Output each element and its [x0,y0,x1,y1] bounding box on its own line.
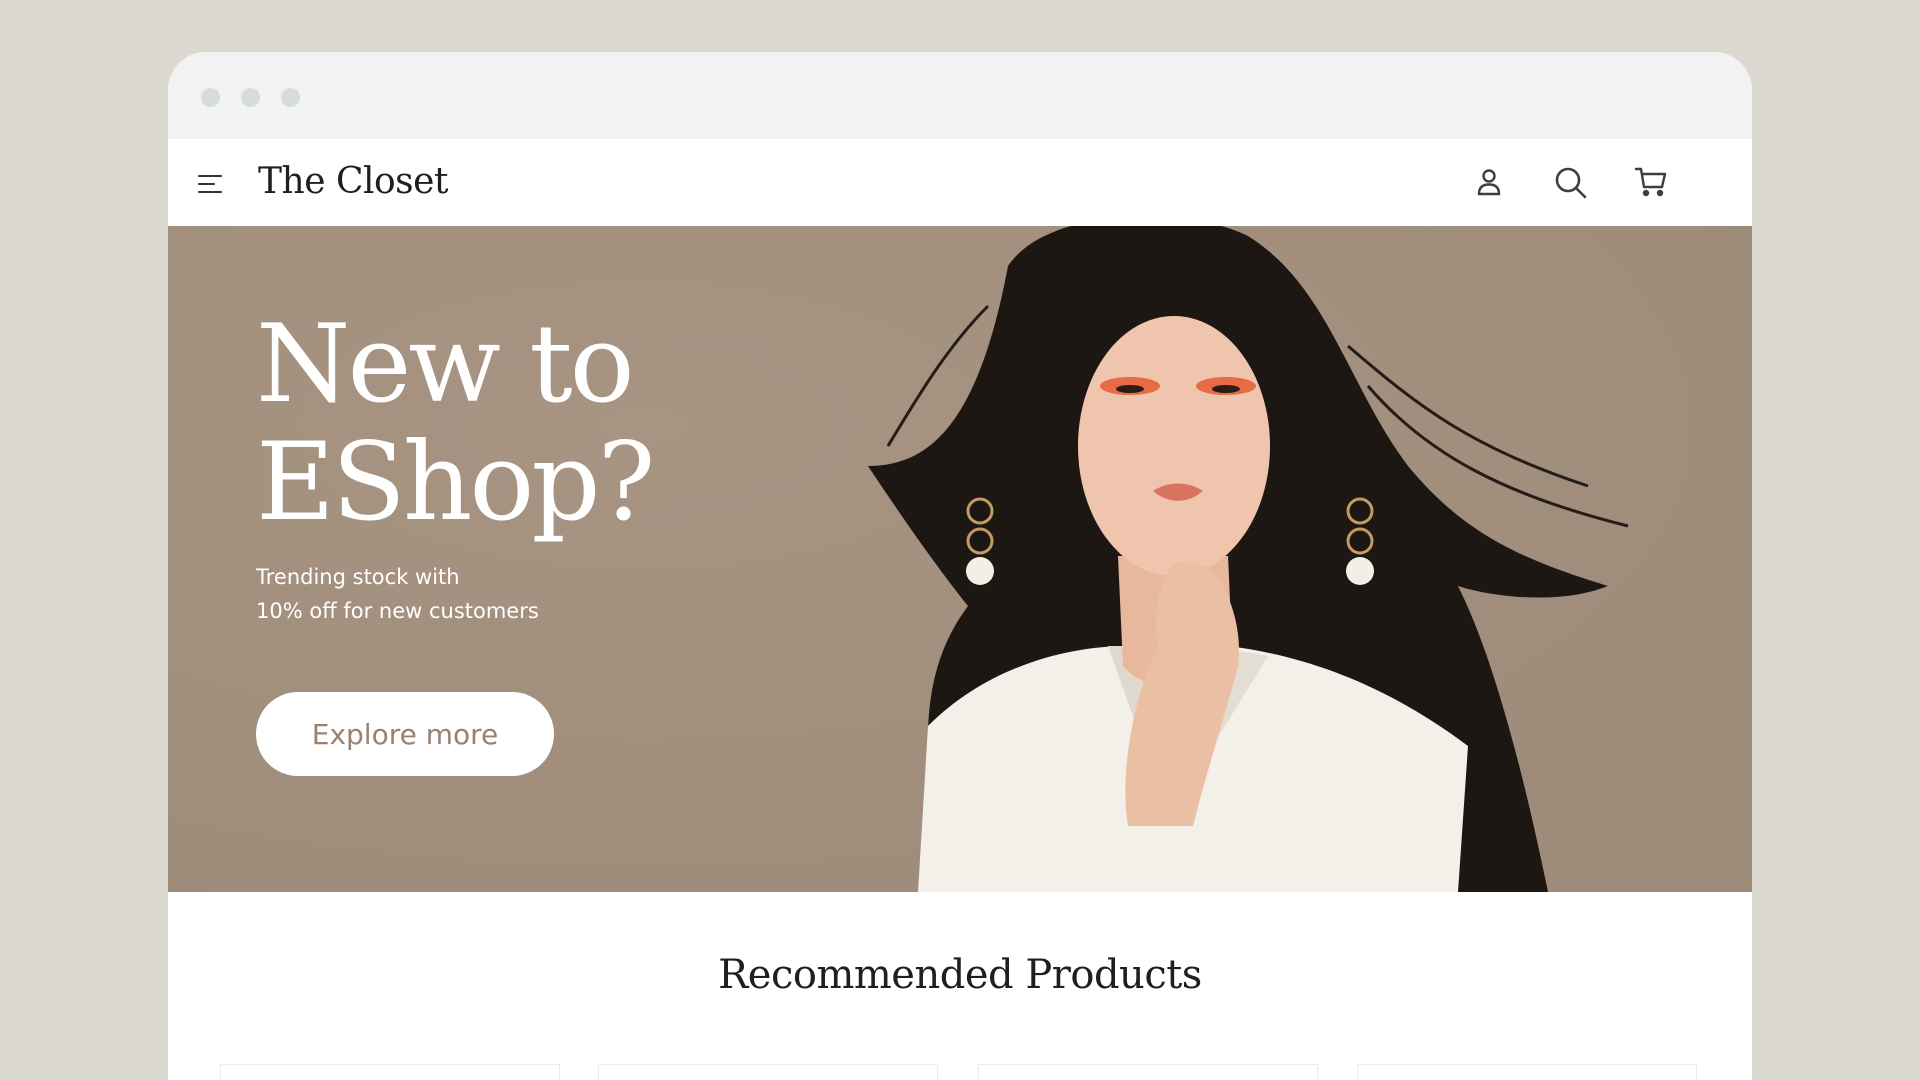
hero-title: New to EShop? [256,302,655,545]
product-card[interactable] [978,1064,1318,1080]
user-icon[interactable] [1469,163,1509,203]
site-logo[interactable]: The Closet [258,161,448,202]
section-title: Recommended Products [718,952,1202,998]
cart-icon[interactable] [1632,163,1672,203]
site-header: The Closet [168,139,1752,226]
hero-subtitle: Trending stock with 10% off for new cust… [256,560,616,628]
hero-subtitle-line: Trending stock with [256,565,460,589]
window-control-dot[interactable] [281,88,300,107]
window-control-dot[interactable] [241,88,260,107]
window-titlebar [168,52,1752,139]
hero-subtitle-line: 10% off for new customers [256,599,539,623]
browser-window: The Closet New to EShop? Trending stock … [168,52,1752,1080]
window-control-dot[interactable] [201,88,220,107]
hamburger-menu-icon[interactable] [198,173,222,195]
product-card[interactable] [220,1064,560,1080]
search-icon[interactable] [1551,163,1591,203]
product-card[interactable] [598,1064,938,1080]
explore-more-button[interactable]: Explore more [256,692,554,776]
product-card[interactable] [1357,1064,1697,1080]
hero-banner: New to EShop? Trending stock with 10% of… [168,226,1752,892]
